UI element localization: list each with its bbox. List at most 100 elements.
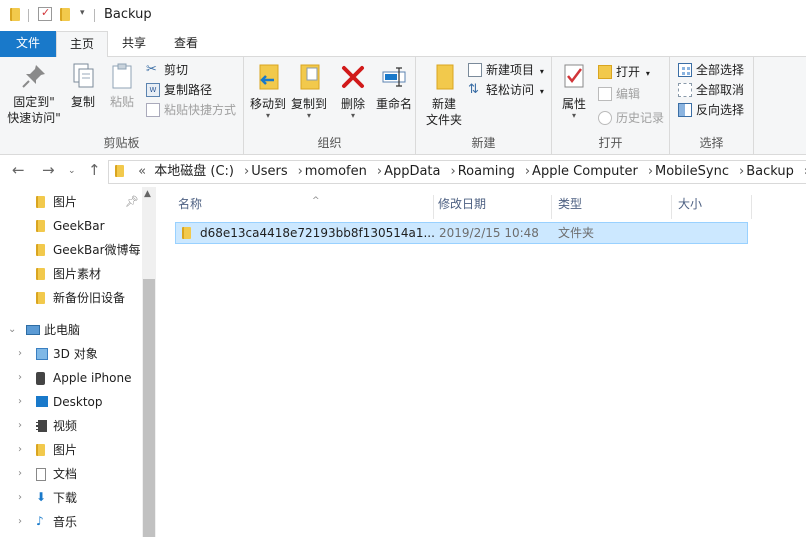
address-overflow-icon[interactable]: « bbox=[138, 164, 146, 179]
breadcrumb-chevron-icon[interactable]: › bbox=[298, 164, 303, 179]
select-none-label: 全部取消 bbox=[696, 83, 745, 97]
breadcrumb-item[interactable]: Apple Computer bbox=[532, 164, 638, 179]
pin-label-2: 快速访问" bbox=[7, 111, 61, 125]
properties-checkbox-icon[interactable]: ✓ bbox=[38, 6, 52, 21]
chevron-right-icon[interactable]: › bbox=[18, 439, 22, 461]
quick-access-item-geekbar-weibo[interactable]: GeekBar微博每日 bbox=[0, 239, 140, 261]
easy-access-button[interactable]: ⇅ 轻松访问 ▾ bbox=[468, 80, 544, 100]
breadcrumb-item[interactable]: momofen bbox=[305, 164, 367, 179]
edit-button[interactable]: 编辑 bbox=[598, 84, 640, 104]
dropdown-arrow-icon: ▾ bbox=[350, 111, 355, 120]
copy-button[interactable]: 复制 bbox=[66, 62, 100, 110]
new-folder-button[interactable]: 新建 文件夹 bbox=[422, 62, 466, 128]
paste-shortcut-button[interactable]: 粘贴快捷方式 bbox=[146, 100, 236, 120]
scroll-up-arrow-icon[interactable]: ▲ bbox=[144, 189, 151, 199]
copy-to-button[interactable]: 复制到 ▾ bbox=[289, 62, 329, 120]
breadcrumb-item[interactable]: 本地磁盘 (C:) bbox=[154, 164, 234, 179]
rename-button[interactable]: 重命名 bbox=[374, 62, 414, 112]
tab-file[interactable]: 文件 bbox=[0, 31, 56, 57]
chevron-right-icon[interactable]: › bbox=[18, 415, 22, 437]
breadcrumb-item[interactable]: MobileSync bbox=[655, 164, 729, 179]
open-label: 打开 bbox=[616, 65, 641, 79]
paste-button[interactable]: 粘贴 bbox=[104, 62, 140, 110]
move-to-icon bbox=[259, 64, 279, 90]
breadcrumb-chevron-icon[interactable]: › bbox=[525, 164, 530, 179]
column-header-size[interactable]: 大小 bbox=[672, 195, 752, 219]
column-header-type[interactable]: 类型 bbox=[552, 195, 672, 219]
move-to-button[interactable]: 移动到 ▾ bbox=[248, 62, 288, 120]
back-arrow-icon[interactable]: ← bbox=[12, 161, 25, 179]
chevron-down-icon[interactable]: ⌄ bbox=[8, 319, 16, 341]
new-item-button[interactable]: 新建项目 ▾ bbox=[468, 60, 544, 80]
dropdown-arrow-icon: ▾ bbox=[645, 69, 650, 78]
select-all-button[interactable]: 全部选择 bbox=[678, 60, 744, 80]
chevron-right-icon[interactable]: › bbox=[18, 463, 22, 485]
breadcrumb-item[interactable]: Users bbox=[251, 164, 287, 179]
scrollbar-thumb[interactable] bbox=[143, 279, 155, 537]
ribbon: 固定到" 快速访问" 复制 粘贴 ✂ 剪切 W 复制路径 粘贴快捷方式 剪贴板 … bbox=[0, 57, 806, 155]
select-none-button[interactable]: 全部取消 bbox=[678, 80, 744, 100]
chevron-right-icon[interactable]: › bbox=[18, 367, 22, 389]
folder-icon bbox=[36, 244, 45, 256]
select-group-label: 选择 bbox=[699, 136, 724, 150]
up-arrow-icon[interactable]: ↑ bbox=[88, 161, 101, 179]
chevron-right-icon[interactable]: › bbox=[18, 343, 22, 365]
delete-button[interactable]: 删除 ▾ bbox=[336, 62, 370, 120]
breadcrumb-chevron-icon[interactable]: › bbox=[377, 164, 382, 179]
breadcrumb-chevron-icon[interactable]: › bbox=[451, 164, 456, 179]
properties-button[interactable]: 属性 ▾ bbox=[556, 62, 592, 120]
address-bar[interactable]: « 本地磁盘 (C:) › Users › momofen › AppData › Roamin… bbox=[108, 160, 806, 184]
forward-arrow-icon[interactable]: → bbox=[42, 161, 55, 179]
folder-icon bbox=[36, 220, 45, 232]
paste-shortcut-label: 粘贴快捷方式 bbox=[164, 103, 237, 117]
tab-home[interactable]: 主页 bbox=[56, 31, 108, 58]
breadcrumb-chevron-icon[interactable]: › bbox=[648, 164, 653, 179]
quick-access-item-pictures[interactable]: 图片 📌︎ bbox=[0, 191, 140, 213]
invert-selection-button[interactable]: 反向选择 bbox=[678, 100, 744, 120]
document-icon bbox=[36, 468, 46, 481]
new-folder-quick-icon[interactable] bbox=[60, 8, 70, 21]
tab-share[interactable]: 共享 bbox=[108, 31, 160, 57]
move-to-label: 移动到 bbox=[249, 97, 286, 111]
new-item-icon bbox=[468, 63, 482, 77]
copy-to-label: 复制到 bbox=[290, 97, 327, 111]
column-header-name[interactable]: ^ 名称 bbox=[172, 195, 434, 219]
recent-locations-chevron-icon[interactable]: ⌄ bbox=[68, 166, 76, 176]
chevron-right-icon[interactable]: › bbox=[18, 487, 22, 509]
customize-toolbar-icon[interactable]: ▾ bbox=[80, 8, 85, 18]
dropdown-arrow-icon: ▾ bbox=[265, 111, 270, 120]
copy-path-button[interactable]: W 复制路径 bbox=[146, 80, 212, 100]
dropdown-arrow-icon: ▾ bbox=[571, 111, 576, 120]
tab-view[interactable]: 查看 bbox=[160, 31, 212, 57]
breadcrumb-chevron-icon[interactable]: › bbox=[739, 164, 744, 179]
breadcrumb-chevron-icon[interactable]: › bbox=[244, 164, 249, 179]
open-button[interactable]: 打开 ▾ bbox=[598, 62, 650, 82]
file-type: 文件夹 bbox=[558, 226, 595, 240]
table-row[interactable]: d68e13ca4418e72193bb8f130514a1... 2019/2… bbox=[175, 222, 748, 244]
3d-objects-icon bbox=[36, 348, 48, 360]
delete-x-icon bbox=[342, 66, 364, 88]
chevron-right-icon[interactable]: › bbox=[18, 511, 22, 533]
nav-pane-scrollbar[interactable]: ▲ bbox=[142, 187, 156, 537]
select-none-icon bbox=[678, 83, 692, 97]
pin-quick-access-button[interactable]: 固定到" 快速访问" bbox=[6, 62, 62, 126]
new-group: 新建 文件夹 新建项目 ▾ ⇅ 轻松访问 ▾ 新建 bbox=[416, 57, 552, 155]
ribbon-tabs: 文件 主页 共享 查看 bbox=[0, 31, 806, 58]
file-list: ^ 名称 修改日期 类型 大小 d68e13ca4418e72193bb8f13… bbox=[156, 187, 806, 537]
navigation-bar: ← → ⌄ ↑ « 本地磁盘 (C:) › Users › momofen › AppDat… bbox=[0, 155, 806, 187]
breadcrumb-item[interactable]: AppData bbox=[384, 164, 440, 179]
folder-icon bbox=[36, 196, 45, 208]
column-header-date[interactable]: 修改日期 bbox=[432, 195, 552, 219]
pin-icon[interactable]: 📌︎ bbox=[125, 191, 139, 213]
breadcrumb-item[interactable]: Backup bbox=[746, 164, 794, 179]
copy-path-label: 复制路径 bbox=[164, 83, 213, 97]
breadcrumb-item[interactable]: Roaming bbox=[458, 164, 515, 179]
chevron-right-icon[interactable]: › bbox=[18, 391, 22, 413]
dropdown-arrow-icon: ▾ bbox=[539, 87, 544, 96]
history-button[interactable]: 历史记录 bbox=[598, 108, 664, 128]
new-folder-icon bbox=[436, 64, 454, 90]
sort-up-icon: ^ bbox=[312, 196, 320, 206]
history-clock-icon bbox=[598, 111, 612, 125]
rename-icon bbox=[382, 67, 406, 87]
cut-button[interactable]: ✂ 剪切 bbox=[146, 60, 188, 80]
